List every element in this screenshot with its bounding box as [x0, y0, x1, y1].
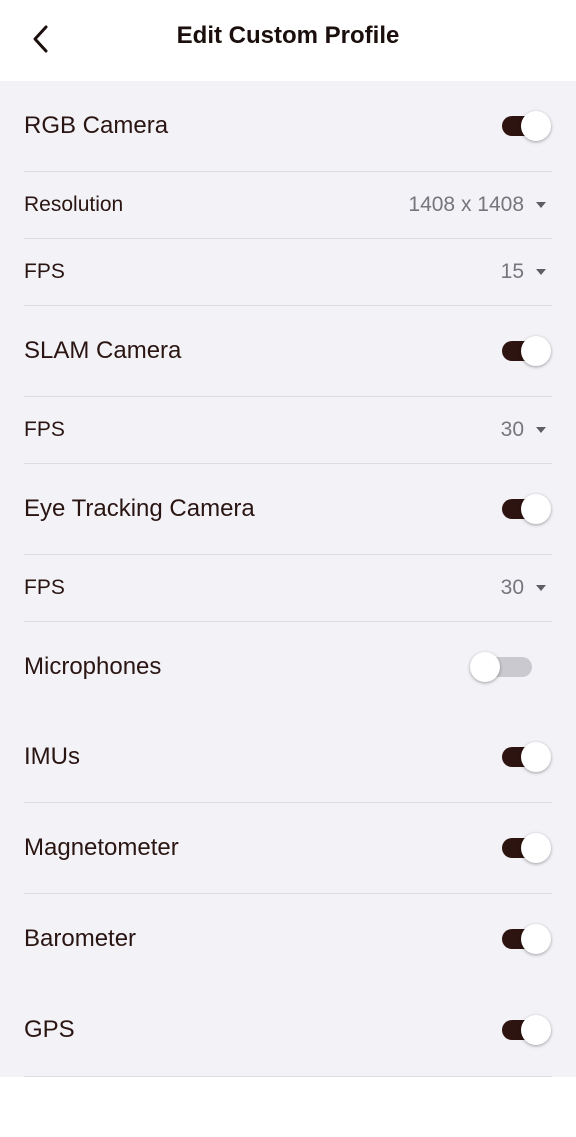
gps-label: GPS: [24, 1016, 75, 1043]
rgb-fps-label: FPS: [24, 260, 65, 283]
toggle-knob: [521, 111, 551, 141]
toggle-knob: [521, 336, 551, 366]
slam-fps-label: FPS: [24, 418, 65, 441]
eye-tracking-fps-value: 30: [500, 576, 524, 599]
magnetometer-row: Magnetometer: [24, 803, 552, 894]
rgb-resolution-row: Resolution 1408 x 1408: [24, 172, 552, 239]
eye-tracking-fps-label: FPS: [24, 576, 65, 599]
imus-label: IMUs: [24, 743, 80, 770]
toggle-knob: [470, 652, 500, 682]
rgb-camera-toggle[interactable]: [500, 111, 552, 141]
rgb-resolution-label: Resolution: [24, 193, 124, 216]
eye-tracking-camera-row: Eye Tracking Camera: [24, 464, 552, 555]
caret-down-icon: [536, 585, 546, 591]
eye-tracking-camera-toggle[interactable]: [500, 494, 552, 524]
eye-tracking-fps-select[interactable]: 30: [501, 576, 552, 600]
barometer-toggle[interactable]: [500, 924, 552, 954]
rgb-fps-value: 15: [500, 260, 524, 283]
rgb-camera-row: RGB Camera: [24, 81, 552, 172]
microphones-label: Microphones: [24, 653, 162, 680]
imus-toggle[interactable]: [500, 742, 552, 772]
slam-fps-select[interactable]: 30: [501, 418, 552, 442]
page-title: Edit Custom Profile: [176, 22, 400, 49]
caret-down-icon: [536, 269, 546, 275]
toggle-knob: [521, 742, 551, 772]
microphones-toggle[interactable]: [470, 652, 536, 682]
toggle-knob: [521, 924, 551, 954]
barometer-label: Barometer: [24, 925, 137, 952]
magnetometer-label: Magnetometer: [24, 834, 179, 861]
eye-tracking-camera-label: Eye Tracking Camera: [24, 495, 255, 522]
slam-camera-toggle[interactable]: [500, 336, 552, 366]
caret-down-icon: [536, 202, 546, 208]
settings-list: RGB Camera Resolution 1408 x 1408 FPS 15…: [0, 81, 576, 1077]
rgb-fps-select[interactable]: 15: [501, 260, 552, 284]
eye-tracking-fps-row: FPS 30: [24, 555, 552, 622]
slam-camera-row: SLAM Camera: [24, 306, 552, 397]
imus-row: IMUs: [24, 712, 552, 803]
slam-fps-row: FPS 30: [24, 397, 552, 464]
microphones-row: Microphones: [24, 622, 552, 712]
rgb-camera-label: RGB Camera: [24, 112, 169, 139]
toggle-knob: [521, 494, 551, 524]
gps-toggle[interactable]: [500, 1015, 552, 1045]
gps-row: GPS: [24, 984, 552, 1077]
barometer-row: Barometer: [24, 894, 552, 984]
slam-camera-label: SLAM Camera: [24, 337, 182, 364]
header: Edit Custom Profile: [0, 0, 576, 81]
magnetometer-toggle[interactable]: [500, 833, 552, 863]
slam-fps-value: 30: [500, 418, 524, 441]
rgb-fps-row: FPS 15: [24, 239, 552, 306]
bottom-area: [0, 1077, 576, 1137]
caret-down-icon: [536, 427, 546, 433]
toggle-knob: [521, 1015, 551, 1045]
toggle-knob: [521, 833, 551, 863]
rgb-resolution-select[interactable]: 1408 x 1408: [408, 193, 552, 217]
rgb-resolution-value: 1408 x 1408: [408, 193, 524, 216]
